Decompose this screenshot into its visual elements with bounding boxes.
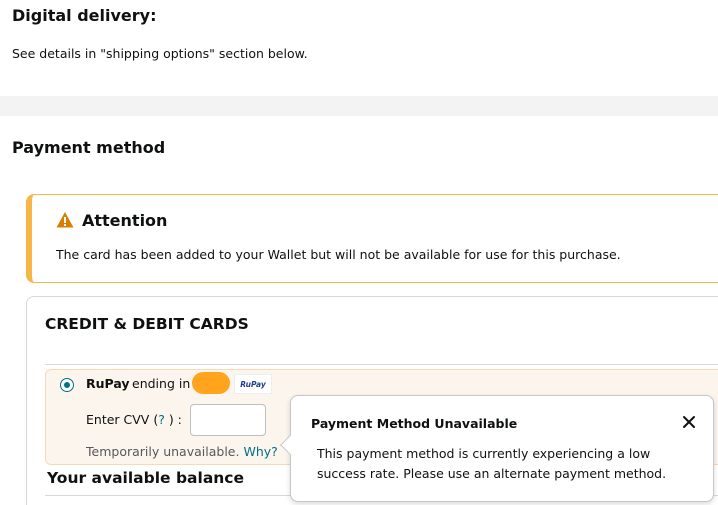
redacted-card-number (192, 372, 230, 394)
cvv-label: Enter CVV (? ) : (86, 412, 182, 427)
cvv-help-link[interactable]: ? (158, 412, 165, 427)
payment-method-title: Payment method (12, 138, 166, 157)
popover-title: Payment Method Unavailable (311, 416, 518, 431)
cards-section-title: CREDIT & DEBIT CARDS (45, 315, 249, 333)
popover-message: This payment method is currently experie… (317, 446, 667, 481)
warning-icon (56, 212, 74, 228)
rupay-logo: RuPay (234, 374, 272, 394)
cvv-input[interactable] (190, 404, 266, 436)
close-icon[interactable] (679, 412, 699, 432)
attention-message: The card has been added to your Wallet b… (56, 247, 621, 262)
card-brand: RuPay (86, 376, 130, 391)
card-ending-label: ending in (132, 376, 191, 391)
divider (45, 364, 718, 365)
card-radio-button[interactable] (60, 378, 74, 392)
attention-heading: Attention (82, 211, 168, 230)
section-separator (0, 96, 718, 116)
digital-delivery-title: Digital delivery: (12, 6, 157, 25)
unavailable-status: Temporarily unavailable. Why? (86, 444, 278, 459)
attention-alert: Attention The card has been added to you… (26, 194, 718, 283)
payment-unavailable-popover: Payment Method Unavailable This payment … (280, 395, 714, 502)
digital-delivery-description: See details in "shipping options" sectio… (12, 46, 308, 61)
why-link[interactable]: Why? (243, 444, 277, 459)
available-balance-title: Your available balance (47, 469, 245, 487)
